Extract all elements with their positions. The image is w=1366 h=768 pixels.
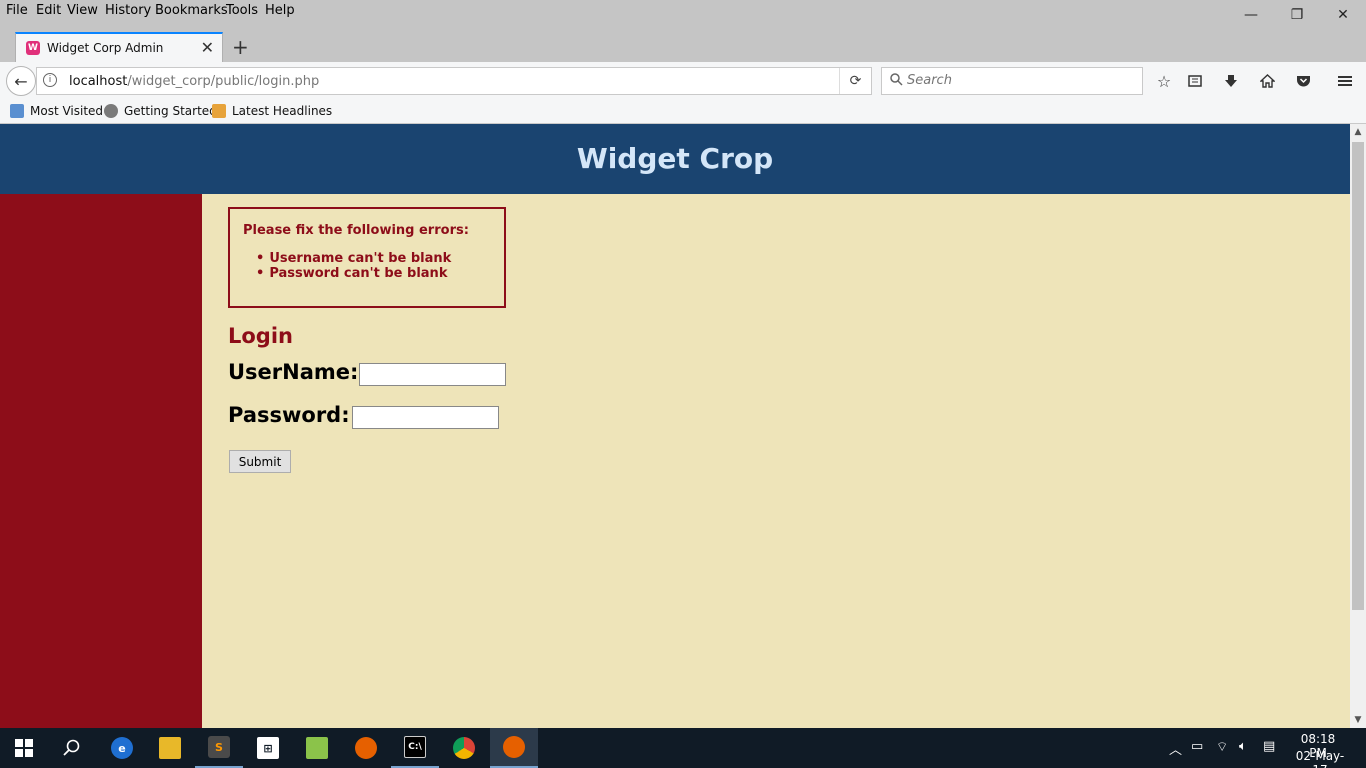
most-visited-icon xyxy=(10,104,24,118)
info-icon[interactable]: i xyxy=(43,73,57,87)
close-tab-icon[interactable]: ✕ xyxy=(201,38,214,57)
tab-widget-corp-admin[interactable]: W Widget Corp Admin ✕ xyxy=(15,32,223,62)
site-title: Widget Crop xyxy=(576,142,774,175)
menu-tools[interactable]: Tools xyxy=(226,3,258,18)
bookmark-latest-headlines[interactable]: Latest Headlines xyxy=(212,104,332,118)
pocket-icon[interactable] xyxy=(1292,70,1314,92)
home-icon[interactable] xyxy=(1256,70,1278,92)
show-hidden-icons-icon[interactable]: ︿ xyxy=(1169,739,1182,758)
url-text: localhost/widget_corp/public/login.php xyxy=(69,74,319,89)
action-center-icon[interactable]: ▤ xyxy=(1263,739,1275,754)
search-bar[interactable] xyxy=(881,67,1143,95)
submit-button[interactable]: Submit xyxy=(229,450,291,473)
battery-icon[interactable]: ▭ xyxy=(1191,739,1203,754)
bookmark-most-visited[interactable]: Most Visited xyxy=(10,104,103,118)
menu-view[interactable]: View xyxy=(67,3,98,18)
search-icon[interactable] xyxy=(48,728,96,768)
notepad-plus-icon[interactable] xyxy=(293,728,341,768)
new-tab-button[interactable]: + xyxy=(232,35,249,59)
hamburger-menu-icon[interactable] xyxy=(1334,70,1356,92)
firefox-icon[interactable] xyxy=(342,728,390,768)
reload-button[interactable]: ⟳ xyxy=(839,68,871,94)
bookmark-label: Most Visited xyxy=(30,104,104,118)
file-explorer-icon[interactable] xyxy=(146,728,194,768)
search-input[interactable] xyxy=(907,73,1127,88)
navigation-bar: ← i localhost/widget_corp/public/login.p… xyxy=(0,62,1366,100)
site-favicon-icon: W xyxy=(26,41,40,55)
web-page: Widget Crop Please fix the following err… xyxy=(0,124,1350,728)
username-field[interactable] xyxy=(359,363,506,386)
bookmark-getting-started[interactable]: Getting Started xyxy=(104,104,217,118)
bookmarks-toolbar: Most Visited Getting Started Latest Head… xyxy=(0,100,1366,124)
wifi-icon[interactable]: ⌔ xyxy=(1216,739,1228,755)
username-label: UserName: xyxy=(228,360,359,384)
password-label: Password: xyxy=(228,403,350,427)
tab-strip: W Widget Corp Admin ✕ + xyxy=(0,22,1366,62)
menu-help[interactable]: Help xyxy=(265,3,295,18)
menu-file[interactable]: File xyxy=(6,3,28,18)
firefox-active-icon[interactable] xyxy=(490,728,538,768)
error-message-box: Please fix the following errors: Usernam… xyxy=(228,207,506,308)
back-button[interactable]: ← xyxy=(6,66,36,96)
menu-bookmarks[interactable]: Bookmarks xyxy=(155,3,228,18)
url-bar[interactable]: i localhost/widget_corp/public/login.php… xyxy=(36,67,872,95)
error-item: Username can't be blank xyxy=(256,251,451,266)
errors-heading: Please fix the following errors: xyxy=(243,223,469,238)
main-content: Please fix the following errors: Usernam… xyxy=(202,194,1350,728)
globe-icon xyxy=(104,104,118,118)
terminal-icon[interactable]: C:\ xyxy=(391,728,439,768)
windows-taskbar: e S ⊞ C:\ ︿ ▭ ⌔ 🔈︎ ▤ 08:18 PM 02-May-17 xyxy=(0,728,1366,768)
sublime-text-icon[interactable]: S xyxy=(195,728,243,768)
scrollbar-thumb[interactable] xyxy=(1352,142,1364,610)
errors-list: Username can't be blank Password can't b… xyxy=(256,251,451,281)
url-host: localhost xyxy=(69,74,128,89)
bookmark-label: Getting Started xyxy=(124,104,217,118)
edge-icon[interactable]: e xyxy=(98,728,146,768)
scroll-up-arrow-icon[interactable]: ▲ xyxy=(1350,124,1366,140)
site-header: Widget Crop xyxy=(0,124,1350,194)
clock-date[interactable]: 02-May-17 xyxy=(1291,749,1349,768)
rss-feed-icon xyxy=(212,104,226,118)
scroll-down-arrow-icon[interactable]: ▼ xyxy=(1350,712,1366,728)
menu-edit[interactable]: Edit xyxy=(36,3,61,18)
menu-history[interactable]: History xyxy=(105,3,151,18)
menu-bar: File Edit View History Bookmarks Tools H… xyxy=(0,0,1366,23)
vertical-scrollbar[interactable]: ▲ ▼ xyxy=(1350,124,1366,728)
bookmark-star-icon[interactable]: ☆ xyxy=(1153,70,1175,92)
url-path: /widget_corp/public/login.php xyxy=(127,74,320,89)
windows-start-icon[interactable] xyxy=(0,728,48,768)
tab-title: Widget Corp Admin xyxy=(47,41,164,55)
login-heading: Login xyxy=(228,324,293,348)
reading-list-icon[interactable] xyxy=(1184,70,1206,92)
error-item: Password can't be blank xyxy=(256,266,451,281)
chrome-icon[interactable] xyxy=(440,728,488,768)
store-icon[interactable]: ⊞ xyxy=(244,728,292,768)
bookmark-label: Latest Headlines xyxy=(232,104,333,118)
navigation-sidebar xyxy=(0,194,202,728)
downloads-icon[interactable] xyxy=(1220,70,1242,92)
volume-icon[interactable]: 🔈︎ xyxy=(1239,739,1247,754)
search-icon xyxy=(890,73,903,90)
password-field[interactable] xyxy=(352,406,499,429)
